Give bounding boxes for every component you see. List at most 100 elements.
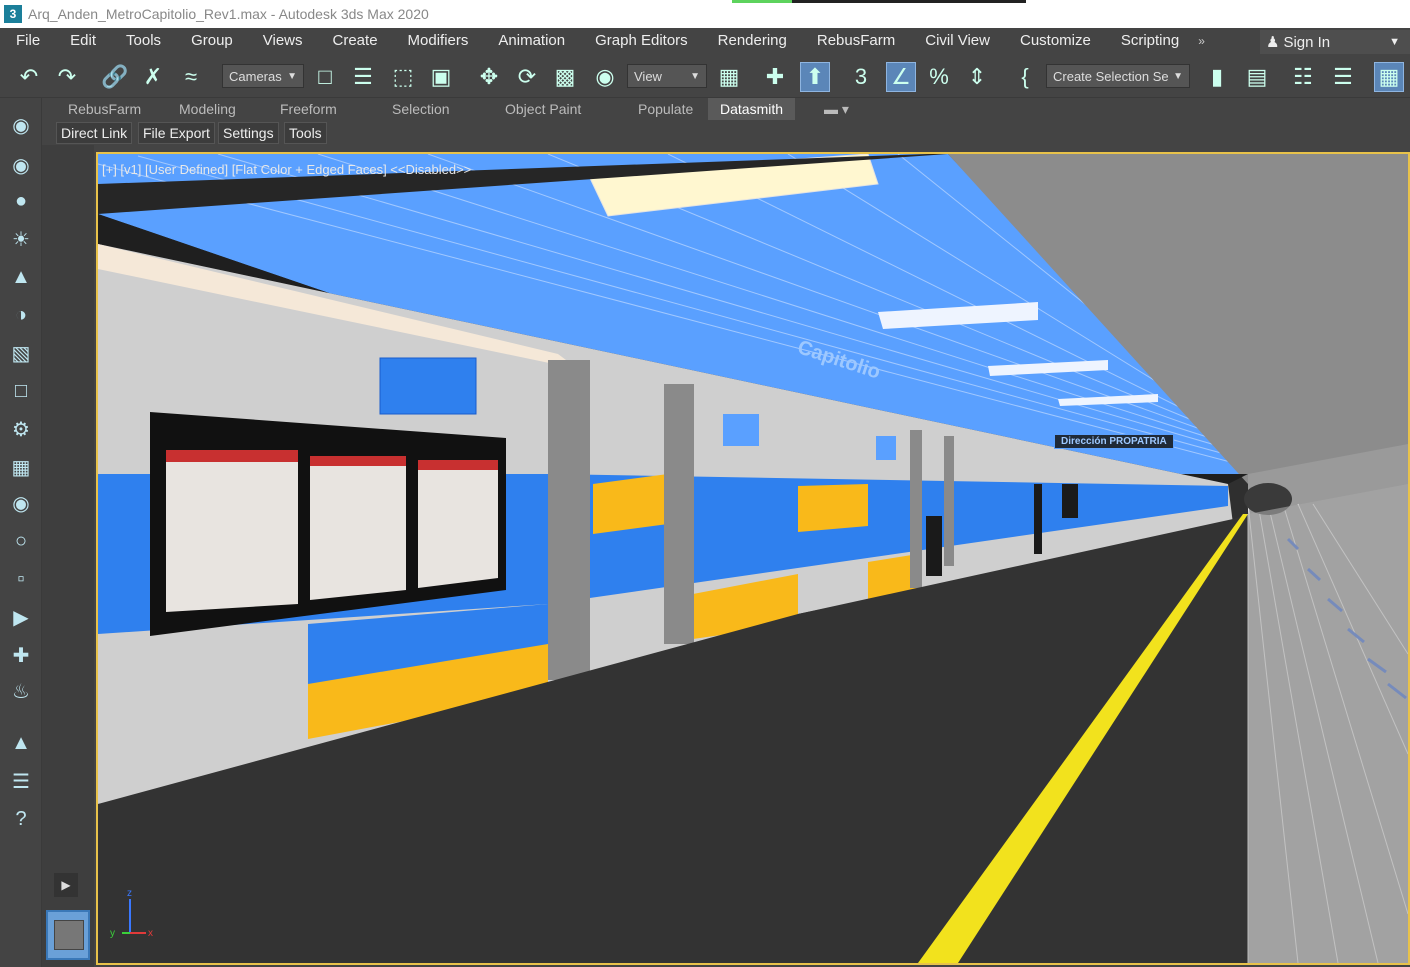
rotate-icon[interactable]: ⟳ [512, 62, 542, 92]
angle-snap-icon[interactable]: ∠ [886, 62, 916, 92]
cameras-dropdown[interactable]: Cameras ▼ [222, 64, 304, 88]
redo-icon[interactable]: ↷ [52, 62, 82, 92]
column [910, 430, 922, 588]
edit-named-selection-icon[interactable]: { [1010, 62, 1040, 92]
chevron-down-icon: ▼ [1173, 70, 1183, 82]
menu-create[interactable]: Create [318, 28, 393, 54]
undo-icon[interactable]: ↶ [14, 62, 44, 92]
menu-file[interactable]: File [0, 28, 55, 54]
named-selection-dropdown[interactable]: Create Selection Se ▼ [1046, 64, 1190, 88]
snaps-toggle-icon[interactable]: 3 [846, 62, 876, 92]
cameras-dropdown-label: Cameras [229, 68, 282, 84]
menu-overflow-icon[interactable]: » [1194, 34, 1209, 48]
view-dropdown-label: View [634, 68, 662, 84]
window-crossing-icon[interactable]: ▣ [426, 62, 456, 92]
menu-edit[interactable]: Edit [55, 28, 111, 54]
ribbon-options-icon[interactable]: ▬ ▾ [812, 98, 861, 120]
menu-animation[interactable]: Animation [483, 28, 580, 54]
tab-freeform[interactable]: Freeform [268, 98, 349, 120]
chevron-down-icon: ▼ [1389, 36, 1400, 48]
select-object-icon[interactable]: □ [310, 62, 340, 92]
viewport-v1[interactable]: z y x [+] [v1] [User Defined] [Flat Colo… [96, 152, 1410, 965]
platform-edge [1248, 484, 1408, 963]
sign-in-label: Sign In [1283, 33, 1331, 51]
percent-snap-icon[interactable]: % [924, 62, 954, 92]
main-toolbar: ↶ ↷ 🔗 ✗ ≈ Cameras ▼ □ ☰ ⬚ ▣ ✥ ⟳ ▩ ◉ View… [0, 54, 1410, 98]
place-icon[interactable]: ◉ [590, 62, 620, 92]
tab-datasmith[interactable]: Datasmith [708, 98, 796, 120]
rectangular-selection-icon[interactable]: ⬚ [388, 62, 418, 92]
menu-modifiers[interactable]: Modifiers [393, 28, 484, 54]
tab-selection[interactable]: Selection [380, 98, 462, 120]
app-logo-icon: 3 [4, 5, 22, 23]
user-icon: ♟ [1266, 34, 1280, 51]
cameras-tool-icon[interactable]: ◉ [6, 110, 36, 140]
menu-group[interactable]: Group [176, 28, 248, 54]
light-bulb-icon[interactable]: ● [6, 186, 36, 216]
bulb-small-icon[interactable]: ○ [6, 526, 36, 556]
layers-icon[interactable]: ▦ [6, 452, 36, 482]
tools-button[interactable]: Tools [284, 122, 327, 144]
viewport-layout-button[interactable] [46, 910, 90, 960]
camera-icon[interactable]: ◉ [6, 150, 36, 180]
scale-icon[interactable]: ▩ [550, 62, 580, 92]
panel-arrow-icon[interactable]: ▶ [6, 602, 36, 632]
settings-button[interactable]: Settings [218, 122, 279, 144]
unlink-icon[interactable]: ✗ [138, 62, 168, 92]
map-panel [310, 456, 406, 600]
tab-rebusfarm[interactable]: RebusFarm [56, 98, 153, 120]
reference-coordinate-dropdown[interactable]: View ▼ [627, 64, 707, 88]
menu-rendering[interactable]: Rendering [703, 28, 802, 54]
viewport-gutter: ▶ [42, 145, 94, 967]
chevron-down-icon: ▼ [690, 70, 700, 82]
palette-icon[interactable]: ◉ [6, 488, 36, 518]
align-icon[interactable]: ▤ [1242, 62, 1272, 92]
teapot-icon[interactable]: ♨ [6, 676, 36, 706]
viewport-layout-icon [54, 920, 84, 950]
keyboard-shortcut-override-icon[interactable]: ⬆ [800, 62, 830, 92]
title-accent [732, 0, 792, 3]
scene-explorer-icon[interactable]: ☷ [1288, 62, 1318, 92]
menu-scripting[interactable]: Scripting [1106, 28, 1194, 54]
tab-object-paint[interactable]: Object Paint [493, 98, 593, 120]
panel-icon[interactable]: ▫ [6, 564, 36, 594]
sun-icon[interactable]: ☀ [6, 224, 36, 254]
menu-tools[interactable]: Tools [111, 28, 176, 54]
mirror-icon[interactable]: ▮ [1202, 62, 1232, 92]
menu-views[interactable]: Views [248, 28, 318, 54]
map-header [166, 450, 298, 462]
pivot-center-icon[interactable]: ▦ [714, 62, 744, 92]
file-export-button[interactable]: File Export [138, 122, 215, 144]
bind-space-warp-icon[interactable]: ≈ [176, 62, 206, 92]
layer-explorer-icon[interactable]: ☰ [1328, 62, 1358, 92]
link-icon[interactable]: 🔗 [100, 62, 130, 92]
move-icon[interactable]: ✥ [474, 62, 504, 92]
help-icon[interactable]: ? [6, 804, 36, 834]
document-icon[interactable]: □ [6, 376, 36, 406]
gear-icon[interactable]: ⚙ [6, 414, 36, 444]
select-by-name-icon[interactable]: ☰ [348, 62, 378, 92]
direction-sign: Dirección PROPATRIA [1054, 434, 1174, 449]
ribbon-toggle-icon[interactable]: ▦ [1374, 62, 1404, 92]
tree-icon[interactable]: ▲ [6, 262, 36, 292]
sign-in-button[interactable]: ♟ Sign In ▼ [1260, 30, 1410, 54]
menu-civil-view[interactable]: Civil View [910, 28, 1005, 54]
play-icon[interactable]: ▶ [54, 873, 78, 897]
title-accent-dark [792, 0, 1026, 3]
spinner-snap-icon[interactable]: ⇕ [962, 62, 992, 92]
forest-icon[interactable]: ▲ [6, 728, 36, 758]
menu-customize[interactable]: Customize [1005, 28, 1106, 54]
left-command-bar: ◉ ◉ ● ☀ ▲ ◑ ▧ □ ⚙ ▦ ◉ ○ ▫ ▶ ✚ ♨ ▲ ☰ ? [0, 98, 42, 967]
axis-z-label: z [127, 888, 132, 899]
list-icon[interactable]: ☰ [6, 766, 36, 796]
tab-modeling[interactable]: Modeling [167, 98, 248, 120]
menu-rebusfarm[interactable]: RebusFarm [802, 28, 910, 54]
modifier-icon[interactable]: ◑ [6, 300, 36, 330]
viewport-label[interactable]: [+] [v1] [User Defined] [Flat Color + Ed… [102, 162, 471, 177]
material-icon[interactable]: ▧ [6, 338, 36, 368]
select-manipulate-icon[interactable]: ✚ [760, 62, 790, 92]
move-panel-icon[interactable]: ✚ [6, 640, 36, 670]
menu-graph-editors[interactable]: Graph Editors [580, 28, 703, 54]
direct-link-button[interactable]: Direct Link [56, 122, 133, 144]
tab-populate[interactable]: Populate [626, 98, 705, 120]
